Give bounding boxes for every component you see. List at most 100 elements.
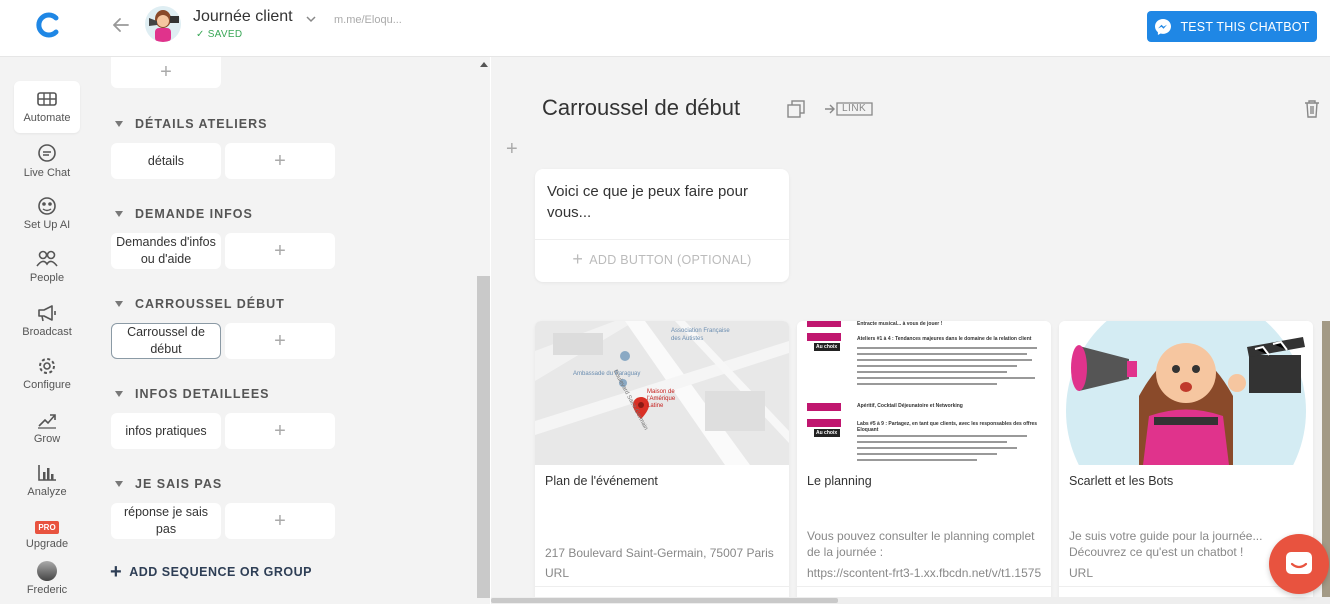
collapse-triangle-icon[interactable]: [115, 390, 123, 397]
group-title-carroussel-debut[interactable]: CARROUSSEL DÉBUT: [115, 297, 285, 311]
add-block-button[interactable]: +: [111, 57, 221, 88]
add-block-button[interactable]: +: [225, 413, 335, 449]
ai-icon: [38, 197, 56, 215]
bot-url[interactable]: m.me/Eloqu...: [334, 14, 402, 26]
user-avatar: [37, 561, 57, 581]
nav-user[interactable]: Frederic: [14, 561, 80, 601]
plus-icon: +: [572, 249, 584, 269]
messenger-icon: [1155, 18, 1172, 35]
collapse-triangle-icon[interactable]: [115, 480, 123, 487]
nav-setup-ai-label: Set Up AI: [23, 219, 71, 231]
divider: [535, 239, 789, 240]
gallery-scroll-thumb[interactable]: [491, 598, 838, 603]
group-title-je-sais-pas[interactable]: JE SAIS PAS: [115, 477, 222, 491]
nav-upgrade[interactable]: PRO Upgrade: [14, 513, 80, 565]
gallery-card-map[interactable]: Boulevard Saint-Germain Association Fran…: [535, 321, 789, 604]
card-image-planning[interactable]: Entracte musical... à vous de jouer ! At…: [797, 321, 1051, 465]
link-button[interactable]: LINK: [824, 100, 874, 118]
add-block-button[interactable]: +: [225, 323, 335, 359]
grow-icon: [38, 414, 56, 429]
group-title-text: INFOS DETAILLEES: [135, 387, 270, 401]
group-title-text: JE SAIS PAS: [135, 477, 223, 491]
pro-badge: PRO: [35, 521, 59, 534]
block-details[interactable]: détails: [111, 143, 221, 179]
saved-label: SAVED: [207, 29, 243, 40]
add-block-button[interactable]: +: [225, 233, 335, 269]
divider: [1059, 586, 1313, 587]
group-title-details-ateliers[interactable]: DÉTAILS ATELIERS: [115, 117, 267, 131]
scroll-up-arrow-icon[interactable]: [480, 62, 488, 67]
nav-analyze-label: Analyze: [27, 486, 67, 498]
nav-automate-label: Automate: [23, 112, 71, 124]
nav-broadcast[interactable]: Broadcast: [14, 295, 80, 347]
megaphone-icon: [38, 305, 56, 322]
text-card[interactable]: Voici ce que je peux faire pour vous... …: [535, 169, 789, 282]
nav-live-chat[interactable]: Live Chat: [14, 136, 80, 188]
card-title[interactable]: Le planning: [807, 474, 872, 488]
plus-icon: +: [110, 561, 123, 583]
nav-analyze[interactable]: Analyze: [14, 455, 80, 507]
bot-name[interactable]: Journée client: [193, 8, 293, 26]
nav-live-chat-label: Live Chat: [23, 167, 71, 179]
card-image-scarlett[interactable]: [1059, 321, 1313, 465]
add-sequence-or-group-button[interactable]: + ADD SEQUENCE OR GROUP: [110, 561, 312, 583]
block-carroussel-debut[interactable]: Carroussel de début: [111, 323, 221, 359]
card-image-map[interactable]: Boulevard Saint-Germain Association Fran…: [535, 321, 789, 465]
block-demandes-infos[interactable]: Demandes d'infos ou d'aide: [111, 233, 221, 269]
planning-line-1: Entracte musical... à vous de jouer !: [857, 321, 943, 327]
gear-icon: [39, 358, 55, 374]
group-title-demande-infos[interactable]: DEMANDE INFOS: [115, 207, 253, 221]
nav-automate[interactable]: Automate: [14, 81, 80, 133]
check-icon: ✓: [196, 29, 205, 40]
card-title[interactable]: Plan de l'événement: [545, 474, 658, 488]
card-url[interactable]: URL: [545, 566, 785, 580]
group-title-text: CARROUSSEL DÉBUT: [135, 297, 285, 311]
add-card-plus-icon[interactable]: +: [506, 138, 518, 161]
add-block-button[interactable]: +: [225, 503, 335, 539]
block-reponse-je-sais-pas[interactable]: réponse je sais pas: [111, 503, 221, 539]
block-infos-pratiques[interactable]: infos pratiques: [111, 413, 221, 449]
link-label: LINK: [842, 103, 867, 114]
text-card-message[interactable]: Voici ce que je peux faire pour vous...: [547, 181, 777, 223]
collapse-triangle-icon[interactable]: [115, 120, 123, 127]
add-button-optional[interactable]: + ADD BUTTON (OPTIONAL): [535, 249, 789, 270]
card-subtitle[interactable]: Vous pouvez consulter le planning comple…: [807, 528, 1043, 560]
sequence-scroll-thumb[interactable]: [477, 276, 490, 598]
planning-line-3: Apéritif, Cocktail Déjeunatoire et Netwo…: [857, 403, 963, 409]
support-chat-button[interactable]: [1269, 534, 1329, 594]
chevron-down-icon[interactable]: [304, 12, 318, 26]
card-subtitle[interactable]: 217 Boulevard Saint-Germain, 75007 Paris: [545, 545, 781, 561]
card-url[interactable]: https://scontent-frt3-1.xx.fbcdn.net/v/t…: [807, 566, 1047, 580]
nav-grow-label: Grow: [33, 433, 61, 445]
nav-grow[interactable]: Grow: [14, 402, 80, 454]
divider: [535, 586, 789, 587]
group-title-text: DÉTAILS ATELIERS: [135, 117, 268, 131]
copy-icon[interactable]: [787, 100, 805, 118]
arrow-left-icon[interactable]: [110, 14, 132, 36]
test-chatbot-button[interactable]: TEST THIS CHATBOT: [1147, 11, 1317, 42]
trash-icon[interactable]: [1303, 99, 1321, 119]
block-title[interactable]: Carroussel de début: [542, 95, 740, 121]
nav-setup-ai[interactable]: Set Up AI: [14, 188, 80, 240]
nav-people[interactable]: People: [14, 241, 80, 293]
group-title-text: DEMANDE INFOS: [135, 207, 253, 221]
planning-image: [807, 321, 1037, 461]
nav-configure[interactable]: Configure: [14, 348, 80, 400]
collapse-triangle-icon[interactable]: [115, 300, 123, 307]
bot-avatar[interactable]: [145, 6, 181, 42]
chatfuel-logo-icon[interactable]: [33, 10, 63, 40]
test-chatbot-label: TEST THIS CHATBOT: [1180, 19, 1310, 34]
planning-line-4: Labs #5 à 9 : Partagez, en tant que clie…: [857, 421, 1038, 433]
people-icon: [36, 250, 58, 267]
collapse-triangle-icon[interactable]: [115, 210, 123, 217]
bar-chart-icon: [38, 465, 56, 481]
saved-status: ✓ SAVED: [196, 29, 242, 40]
group-title-infos-detaillees[interactable]: INFOS DETAILLEES: [115, 387, 270, 401]
card-title[interactable]: Scarlett et les Bots: [1069, 474, 1173, 488]
gallery-card-planning[interactable]: Entracte musical... à vous de jouer ! At…: [797, 321, 1051, 604]
scarlett-illustration: [1066, 321, 1306, 465]
add-block-button[interactable]: +: [225, 143, 335, 179]
nav-user-label: Frederic: [26, 584, 68, 596]
add-sequence-label: ADD SEQUENCE OR GROUP: [129, 565, 312, 579]
map-label-asso: Association Française des Autistes: [671, 328, 730, 342]
